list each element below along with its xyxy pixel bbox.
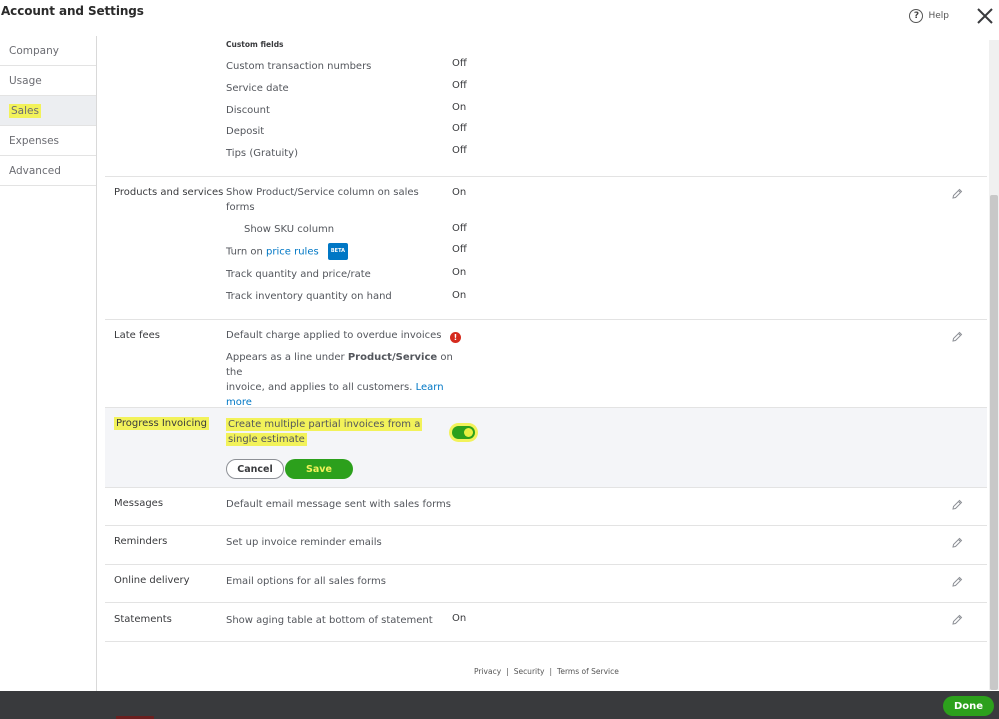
footer-links: Privacy | Security | Terms of Service [474,667,619,676]
row-value: Off [452,80,467,91]
terms-link[interactable]: Terms of Service [557,667,619,676]
section-statements[interactable]: Statements Show aging table at bottom of… [105,603,987,642]
sidebar: Company Usage Sales Expenses Advanced [0,36,97,691]
section-reminders[interactable]: Reminders Set up invoice reminder emails [105,526,987,565]
row-label: Create multiple partial invoices from a … [226,418,423,446]
row-label: Set up invoice reminder emails [226,537,382,548]
section-label: Products and services [114,187,224,198]
row-value: On [452,102,467,113]
help-label: Help [928,11,949,21]
section-label: Online delivery [114,575,190,586]
row-label: Track inventory quantity on hand [226,291,392,302]
page-title: Account and Settings [1,4,144,18]
close-icon[interactable] [975,6,995,26]
bottom-bar: Done [0,691,999,719]
section-label: Messages [114,498,164,509]
row-value: Off [452,123,467,134]
sidebar-item-company[interactable]: Company [0,36,96,66]
done-button[interactable]: Done [943,696,994,716]
row-value: Off [452,58,467,69]
section-label: Statements [114,614,172,625]
pencil-icon[interactable] [951,537,963,549]
sidebar-item-sales[interactable]: Sales [0,96,96,126]
pencil-icon[interactable] [951,331,963,343]
row-value: Off [452,145,467,156]
row-label: Tips (Gratuity) [226,148,298,159]
row-value: Off [452,244,467,255]
row-label: Show SKU column [244,224,335,235]
price-rules-link[interactable]: price rules [266,247,319,258]
section-late-fees[interactable]: Late fees Default charge applied to over… [105,320,987,408]
row-label: Service date [226,83,289,94]
sidebar-item-expenses[interactable]: Expenses [0,126,96,156]
cancel-button[interactable]: Cancel [226,459,284,479]
row-label: Default email message sent with sales fo… [226,499,451,510]
error-icon: ! [450,332,461,343]
learn-more-link[interactable]: more [226,397,252,408]
pencil-icon[interactable] [951,499,963,511]
security-link[interactable]: Security [514,667,545,676]
save-button[interactable]: Save [285,459,353,479]
pencil-icon[interactable] [951,188,963,200]
custom-fields-heading: Custom fields [226,40,284,49]
progress-invoicing-toggle[interactable] [452,426,475,439]
beta-badge: BETA [327,243,348,260]
section-label: Progress Invoicing [114,417,209,430]
settings-content: Custom fields Custom transaction numbers… [97,36,989,691]
row-value: On [452,290,467,301]
price-rules-row: Turn on price rules BETA [226,243,348,260]
row-label: Email options for all sales forms [226,576,386,587]
settings-page: Account and Settings ? Help Company Usag… [0,0,999,719]
scrollbar[interactable] [989,40,999,690]
pencil-icon[interactable] [951,614,963,626]
learn-more-link[interactable]: Learn [416,382,444,393]
section-progress-invoicing: Progress Invoicing Create multiple parti… [105,408,987,488]
privacy-link[interactable]: Privacy [474,667,501,676]
section-products-services[interactable]: Products and services Show Product/Servi… [105,177,987,320]
row-value: On [452,187,467,198]
sidebar-item-usage[interactable]: Usage [0,66,96,96]
row-label: Show aging table at bottom of statement [226,615,433,626]
pencil-icon[interactable] [951,576,963,588]
toggle-knob [464,428,473,437]
section-online-delivery[interactable]: Online delivery Email options for all sa… [105,565,987,603]
scrollbar-thumb[interactable] [990,195,998,690]
row-label: Deposit [226,126,265,137]
section-label: Late fees [114,330,160,341]
help-icon: ? [909,9,924,23]
section-custom-fields: Custom fields Custom transaction numbers… [105,36,987,177]
row-value: Off [452,223,467,234]
row-label: Track quantity and price/rate [226,269,371,280]
help-button[interactable]: ? Help [909,9,949,23]
header: Account and Settings ? Help [0,0,999,34]
late-fees-description: Appears as a line under Product/Service … [226,352,453,408]
row-label: Show Product/Service column on sales for… [226,187,419,213]
sidebar-item-advanced[interactable]: Advanced [0,156,96,186]
row-value: On [452,613,467,624]
row-value: On [452,267,467,278]
row-label: Discount [226,105,270,116]
section-label: Reminders [114,536,168,547]
row-label: Custom transaction numbers [226,61,372,72]
section-messages[interactable]: Messages Default email message sent with… [105,488,987,526]
row-label: Default charge applied to overdue invoic… [226,330,442,341]
